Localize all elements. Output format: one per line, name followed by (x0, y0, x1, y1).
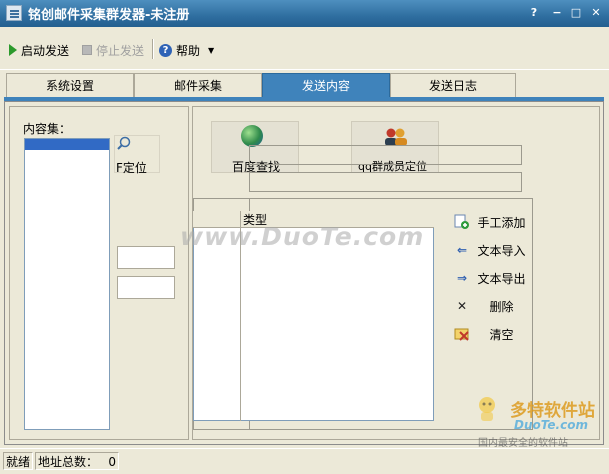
content-set-selected-item[interactable] (25, 139, 109, 150)
delete-button[interactable]: ✕ 删除 (451, 295, 533, 317)
app-icon (6, 5, 22, 21)
help-label: 帮助 (176, 43, 201, 58)
tab-send-content[interactable]: 发送内容 (262, 73, 390, 97)
tab-mail-collect[interactable]: 邮件采集 (134, 73, 262, 97)
start-send-label: 启动发送 (21, 43, 70, 58)
toolbar-separator (152, 39, 154, 59)
tab-system-settings[interactable]: 系统设置 (6, 73, 134, 97)
stop-send-button[interactable]: 停止发送 (82, 41, 144, 59)
people-icon (385, 128, 407, 146)
locate-label: F定位 (116, 161, 147, 175)
clear-icon (454, 326, 470, 342)
arrow-right-icon: ⇒ (456, 271, 468, 285)
stop-send-label: 停止发送 (96, 43, 145, 58)
content-set-list[interactable] (24, 138, 110, 430)
play-icon (9, 44, 17, 56)
toolbar: 启动发送 停止发送 ? 帮助 ▼ (0, 27, 609, 70)
content-set-label: 内容集： (23, 122, 72, 136)
start-send-button[interactable]: 启动发送 (9, 41, 69, 59)
manual-add-label: 手工添加 (477, 215, 526, 230)
watermark-logo-slogan: 国内最安全的软件站 (478, 438, 568, 449)
text-import-label: 文本导入 (477, 243, 526, 258)
text-field-2[interactable] (117, 276, 175, 299)
magnifier-icon (117, 136, 131, 150)
stop-icon (82, 45, 92, 55)
maximize-button[interactable]: □ (568, 6, 584, 20)
clear-label: 清空 (489, 327, 514, 342)
field-frame-1 (249, 145, 522, 165)
add-icon (454, 214, 470, 230)
text-field-1[interactable] (117, 246, 175, 269)
globe-search-icon (241, 125, 263, 147)
tab-send-log[interactable]: 发送日志 (390, 73, 516, 97)
address-count-label: 地址总数： (35, 452, 101, 470)
manual-add-button[interactable]: 手工添加 (451, 211, 533, 233)
mascot-icon (479, 397, 495, 421)
text-import-button[interactable]: ⇐ 文本导入 (451, 239, 533, 261)
text-export-label: 文本导出 (477, 271, 526, 286)
minimize-button[interactable]: − (549, 6, 565, 20)
watermark-text: www.DuoTe.com (180, 222, 425, 251)
text-export-button[interactable]: ⇒ 文本导出 (451, 267, 533, 289)
window-title: 铭创邮件采集群发器-未注册 (28, 8, 190, 23)
arrow-left-icon: ⇐ (456, 243, 468, 257)
title-bar[interactable]: 铭创邮件采集群发器-未注册 ? − □ ✕ (0, 0, 609, 27)
field-frame-2 (249, 172, 522, 192)
watermark-logo-site: DuoTe.com (514, 418, 588, 432)
status-state: 就绪 (3, 452, 33, 470)
watermark-logo: 多特软件站 DuoTe.com 国内最安全的软件站 (476, 396, 595, 449)
help-window-button[interactable]: ? (526, 6, 542, 20)
clear-button[interactable]: 清空 (451, 323, 533, 345)
delete-label: 删除 (489, 299, 514, 314)
help-menu-button[interactable]: ? 帮助 ▼ (159, 41, 214, 59)
delete-x-icon: ✕ (456, 299, 468, 313)
close-button[interactable]: ✕ (588, 6, 604, 20)
address-count-value: 0 (101, 452, 119, 470)
chevron-down-icon: ▼ (208, 45, 215, 55)
help-icon: ? (159, 43, 172, 57)
